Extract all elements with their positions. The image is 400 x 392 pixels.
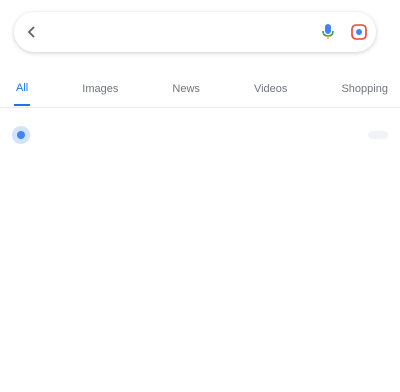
search-result[interactable]	[14, 170, 382, 176]
tab-all[interactable]: All	[14, 74, 31, 106]
tab-videos[interactable]: Videos	[252, 75, 289, 105]
site-favicon-icon	[12, 126, 30, 144]
search-tabs: All Images News Videos Shopping	[0, 72, 400, 108]
back-arrow-icon[interactable]	[14, 24, 50, 40]
tab-shopping[interactable]: Shopping	[339, 75, 390, 105]
search-bar[interactable]	[14, 12, 376, 52]
top-bar	[0, 0, 400, 62]
mic-icon[interactable]	[314, 23, 342, 41]
tab-images[interactable]: Images	[80, 75, 120, 105]
camera-lens-icon[interactable]	[342, 23, 376, 41]
more-options-button[interactable]	[368, 131, 388, 139]
result-source[interactable]	[12, 118, 388, 152]
tab-news[interactable]: News	[170, 75, 202, 105]
